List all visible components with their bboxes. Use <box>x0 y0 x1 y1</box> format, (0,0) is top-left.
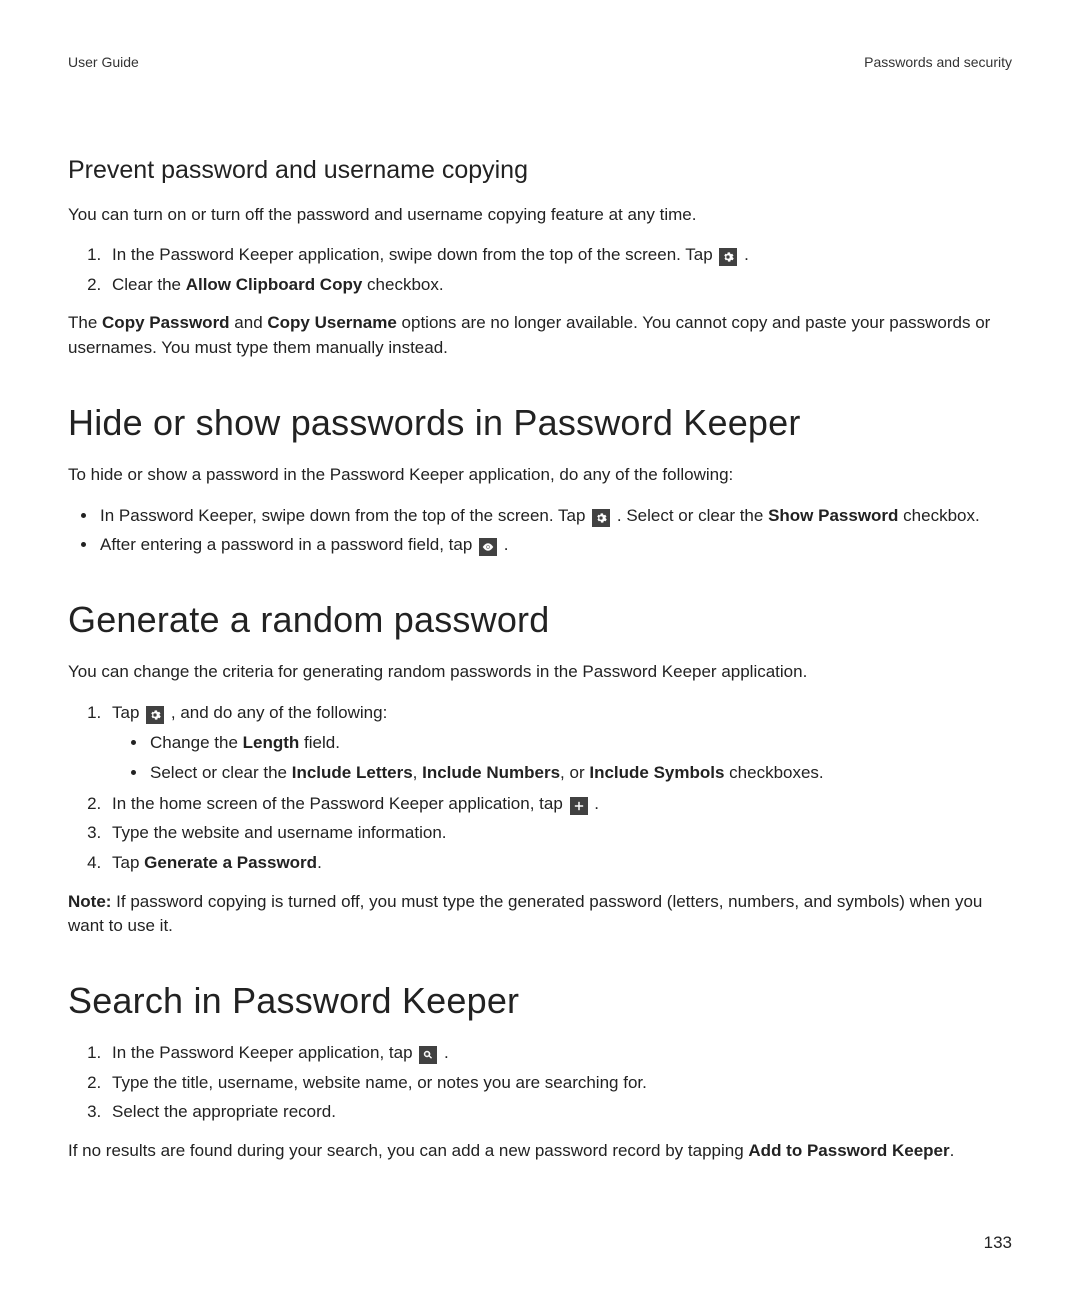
sec4-steps: In the Password Keeper application, tap … <box>68 1041 1012 1125</box>
header-left: User Guide <box>68 52 139 72</box>
sec3-sub2: Select or clear the Include Letters, Inc… <box>148 761 1012 786</box>
sec1-outro: The Copy Password and Copy Username opti… <box>68 311 1012 360</box>
sec2-bullets: In Password Keeper, swipe down from the … <box>68 504 1012 558</box>
sec3-step2: In the home screen of the Password Keepe… <box>106 792 1012 817</box>
header-right: Passwords and security <box>864 52 1012 72</box>
sec4-step3: Select the appropriate record. <box>106 1100 1012 1125</box>
gear-icon <box>719 248 737 266</box>
sec1-step1: In the Password Keeper application, swip… <box>106 243 1012 268</box>
gear-icon <box>592 509 610 527</box>
sec4-step1: In the Password Keeper application, tap … <box>106 1041 1012 1066</box>
sec2-b2: After entering a password in a password … <box>98 533 1012 558</box>
search-icon <box>419 1046 437 1064</box>
page-number: 133 <box>984 1231 1012 1256</box>
sec2-intro: To hide or show a password in the Passwo… <box>68 463 1012 488</box>
sec4-step2: Type the title, username, website name, … <box>106 1071 1012 1096</box>
sec3-steps: Tap , and do any of the following: Chang… <box>68 701 1012 876</box>
page-header: User Guide Passwords and security <box>68 52 1012 72</box>
eye-icon <box>479 538 497 556</box>
gear-icon <box>146 706 164 724</box>
sec1-intro: You can turn on or turn off the password… <box>68 203 1012 228</box>
sec3-step3: Type the website and username informatio… <box>106 821 1012 846</box>
section-hide-show-title: Hide or show passwords in Password Keepe… <box>68 397 1012 449</box>
sec3-step4: Tap Generate a Password. <box>106 851 1012 876</box>
section-search-title: Search in Password Keeper <box>68 975 1012 1027</box>
sec3-note: Note: If password copying is turned off,… <box>68 890 1012 939</box>
sec3-step1: Tap , and do any of the following: Chang… <box>106 701 1012 786</box>
sec3-sub1: Change the Length field. <box>148 731 1012 756</box>
section-generate-title: Generate a random password <box>68 594 1012 646</box>
sec3-intro: You can change the criteria for generati… <box>68 660 1012 685</box>
sec1-steps: In the Password Keeper application, swip… <box>68 243 1012 297</box>
sec4-outro: If no results are found during your sear… <box>68 1139 1012 1164</box>
section-prevent-copying-title: Prevent password and username copying <box>68 152 1012 188</box>
sec2-b1: In Password Keeper, swipe down from the … <box>98 504 1012 529</box>
sec1-step2: Clear the Allow Clipboard Copy checkbox. <box>106 273 1012 298</box>
plus-icon <box>570 797 588 815</box>
sec3-step1-sub: Change the Length field. Select or clear… <box>120 731 1012 785</box>
